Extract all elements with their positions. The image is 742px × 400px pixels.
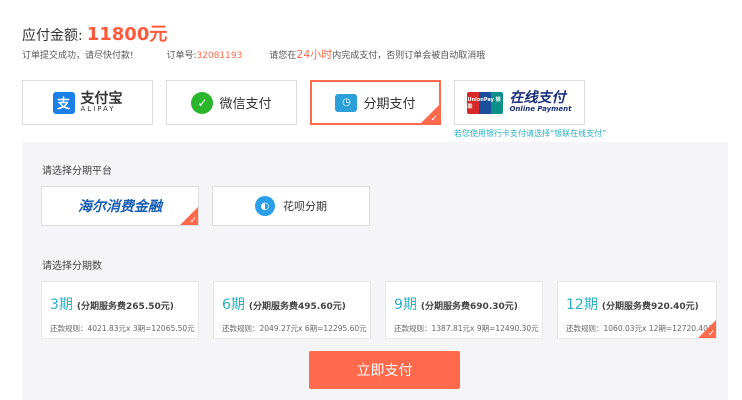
method-wechat[interactable]: ✓ 微信支付 xyxy=(166,80,297,125)
method-alipay[interactable]: 支 支付宝 ALIPAY xyxy=(22,80,153,125)
amount-value: 11800元 xyxy=(86,24,168,45)
wechat-icon: ✓ xyxy=(191,91,214,114)
term-period: 12期 xyxy=(566,297,598,313)
deadline-prefix: 请您在 xyxy=(269,51,297,61)
term-card-9[interactable]: 9期 (分期服务费690.30元) 还款规则：1387.81元x 9期=12490.… xyxy=(385,281,543,339)
order-label: 订单号: xyxy=(166,51,197,61)
selected-check-icon xyxy=(421,105,439,124)
terms-title: 请选择分期数 xyxy=(42,261,102,272)
pay-now-button[interactable]: 立即支付 xyxy=(309,351,460,389)
unionpay-logo: UnionPay 银联 xyxy=(467,91,504,114)
amount-label: 应付金额: xyxy=(22,28,83,44)
term-rule: 还款规则：4021.83元x 3期=12065.50元 xyxy=(50,324,195,333)
term-fee: (分期服务费690.30元) xyxy=(420,302,518,312)
term-card-6[interactable]: 6期 (分期服务费495.60元) 还款规则：2049.27元x 6期=12295.… xyxy=(213,281,371,339)
amount-row: 应付金额: 11800元 xyxy=(22,20,167,46)
term-period: 6期 xyxy=(222,297,245,313)
huabei-label: 花呗分期 xyxy=(283,200,327,213)
term-fee: (分期服务费920.40元) xyxy=(601,302,699,312)
order-number: 32081193 xyxy=(196,51,243,61)
installment-label: 分期支付 xyxy=(363,97,416,112)
term-period: 9期 xyxy=(394,297,417,313)
platform-haier[interactable]: 海尔消费金融 xyxy=(41,186,199,226)
alipay-sub: ALIPAY xyxy=(80,105,116,113)
unionpay-label: 在线支付 xyxy=(509,89,566,106)
selected-check-icon xyxy=(180,207,198,226)
term-rule: 还款规则：2049.27元x 6期=12295.60元 xyxy=(222,324,367,333)
success-text: 订单提交成功，请尽快付款! xyxy=(22,51,134,61)
platform-huabei[interactable]: ◐ 花呗分期 xyxy=(212,186,370,226)
unionpay-note: 若您使用银行卡支付请选择“银联在线支付” xyxy=(454,129,607,138)
term-fee: (分期服务费495.60元) xyxy=(248,302,346,312)
term-card-12[interactable]: 12期 (分期服务费920.40元) 还款规则：1060.03元x 12期=1272… xyxy=(557,281,717,339)
term-rule: 还款规则：1387.81元x 9期=12490.30元 xyxy=(394,324,539,333)
huabei-icon: ◐ xyxy=(255,196,275,216)
calendar-clock-icon: ◷ xyxy=(335,93,358,112)
platform-title: 请选择分期平台 xyxy=(42,166,112,177)
term-card-3[interactable]: 3期 (分期服务费265.50元) 还款规则：4021.83元x 3期=12065.… xyxy=(41,281,199,339)
selected-check-icon xyxy=(698,320,716,339)
haier-logo: 海尔消费金融 xyxy=(78,199,162,215)
method-unionpay[interactable]: UnionPay 银联 在线支付 Online Payment xyxy=(454,80,585,125)
alipay-icon: 支 xyxy=(52,91,75,114)
term-period: 3期 xyxy=(50,297,73,313)
order-info: 订单提交成功，请尽快付款! 订单号:32081193 请您在24小时内完成支付，… xyxy=(22,46,485,62)
alipay-label: 支付宝 xyxy=(80,91,123,107)
deadline-suffix: 内完成支付，否则订单会被自动取消哦 xyxy=(332,51,486,61)
term-fee: (分期服务费265.50元) xyxy=(76,302,174,312)
wechat-label: 微信支付 xyxy=(219,97,272,112)
method-installment[interactable]: ◷ 分期支付 xyxy=(310,80,441,125)
unionpay-sub: Online Payment xyxy=(509,105,572,114)
deadline: 24小时 xyxy=(296,48,333,61)
term-rule: 还款规则：1060.03元x 12期=12720.40元 xyxy=(566,324,716,333)
